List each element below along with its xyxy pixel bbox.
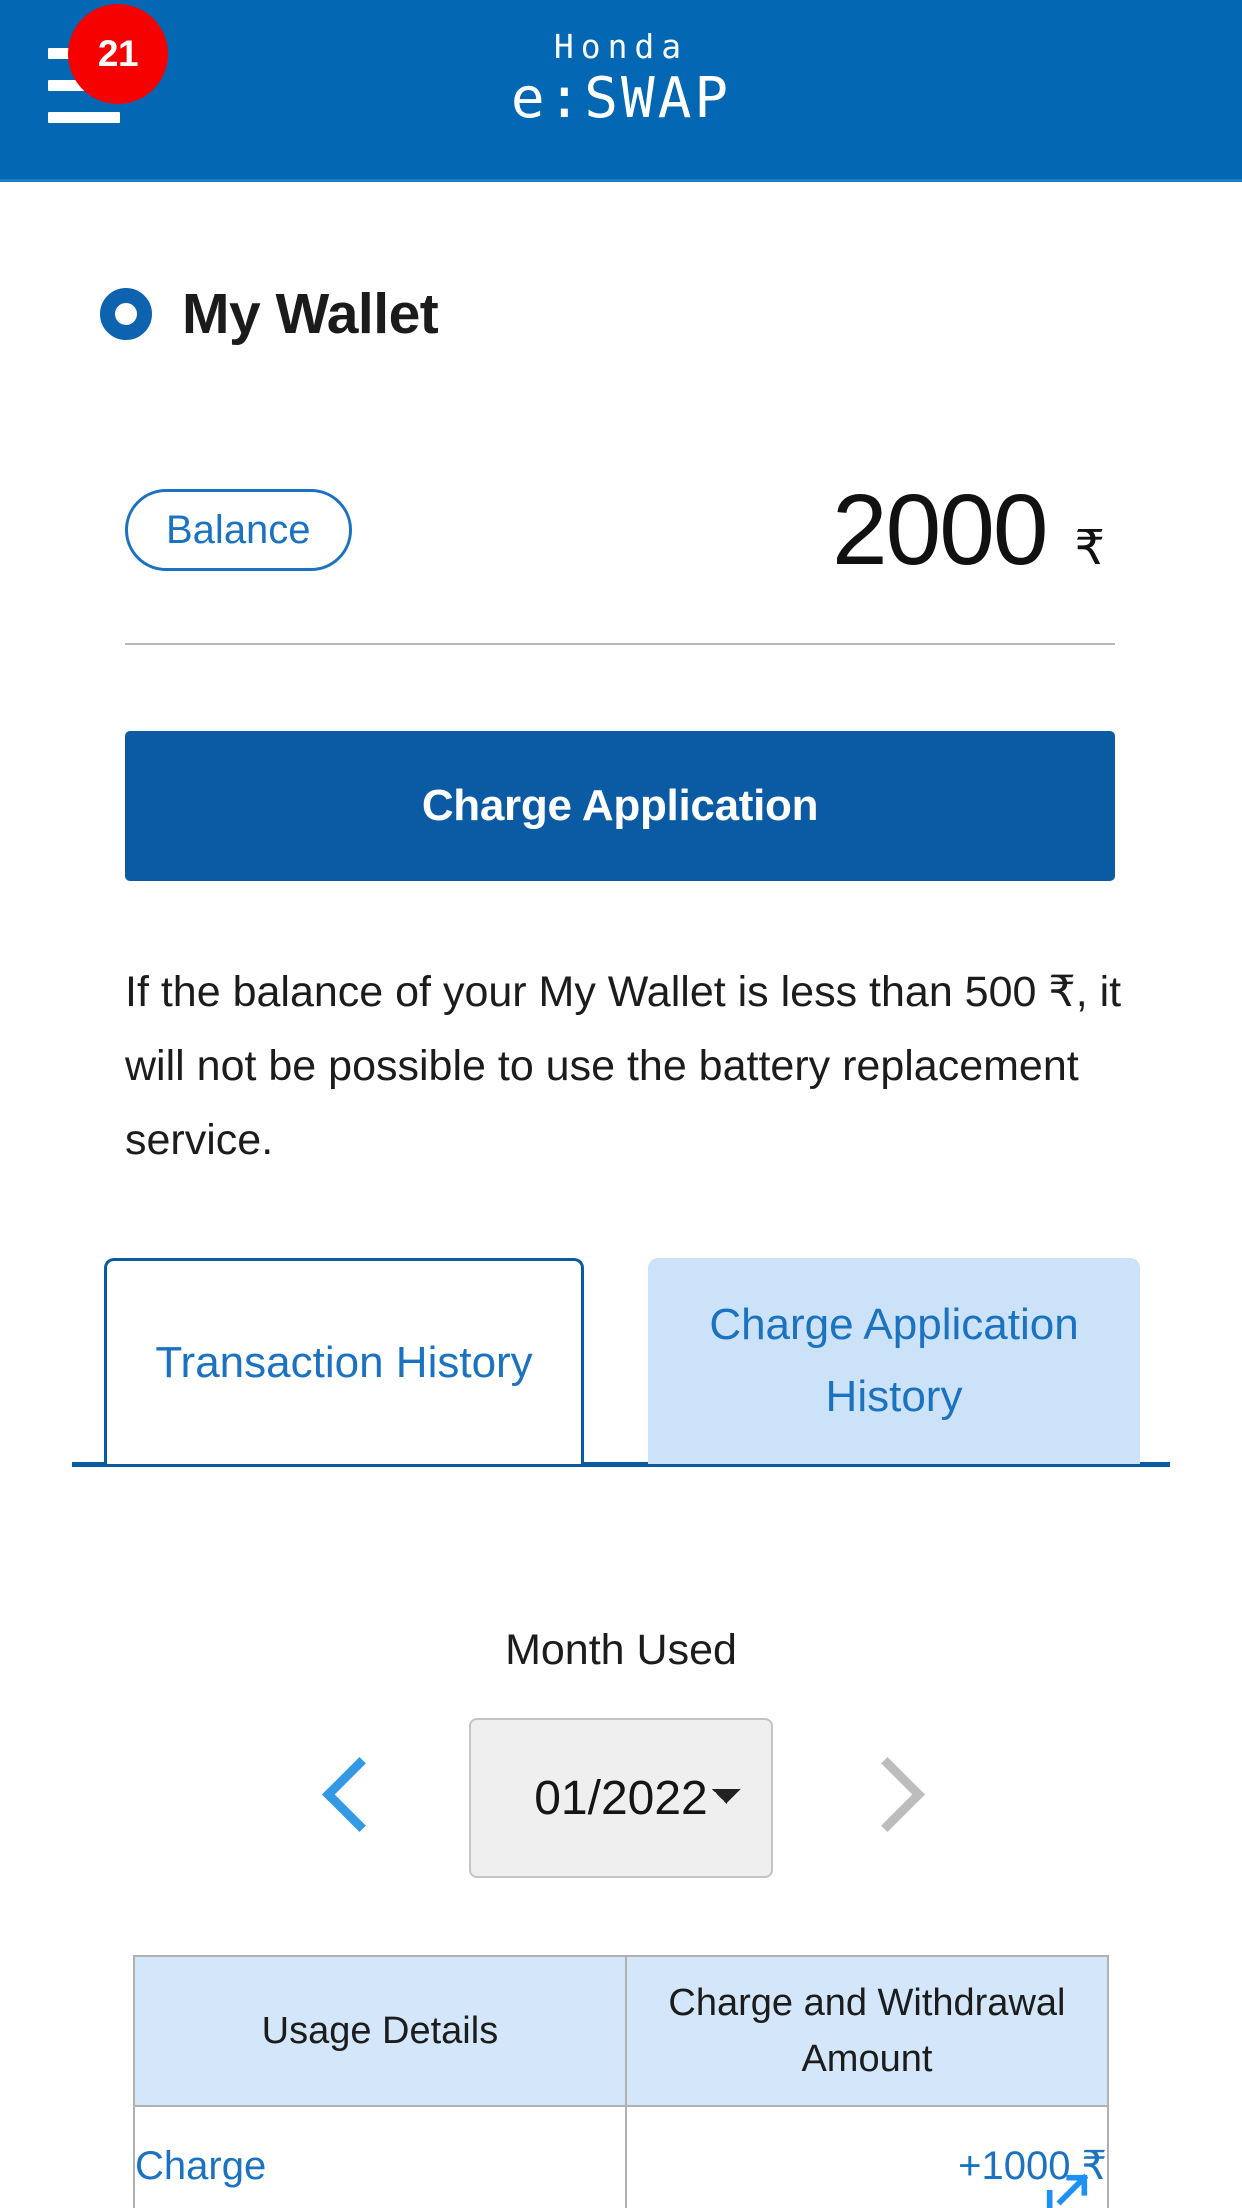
transaction-history-table: Usage Details Charge and Withdrawal Amou… — [133, 1955, 1110, 2208]
table-header-row: Usage Details Charge and Withdrawal Amou… — [133, 1955, 1110, 2107]
month-select[interactable]: 01/2022 — [469, 1718, 773, 1878]
currency-symbol: ₹ — [1074, 522, 1105, 575]
cell-usage-details[interactable]: Charge — [133, 2105, 627, 2208]
balance-badge: Balance — [125, 489, 352, 571]
month-used-label: Month Used — [505, 1626, 737, 1674]
month-navigator: 01/2022 — [0, 1718, 1242, 1878]
chevron-left-icon[interactable] — [323, 1750, 383, 1846]
chevron-right-icon[interactable] — [859, 1750, 919, 1846]
app-screen: 21 Honda e:SWAP My Wallet Balance 2000 ₹… — [0, 0, 1242, 2208]
brand-logo: Honda e:SWAP — [0, 26, 1242, 130]
table-row: Charge +1000 ₹ — [133, 2105, 1110, 2208]
balance-amount: 2000 — [831, 474, 1048, 586]
balance-value: 2000 ₹ — [832, 480, 1115, 580]
charge-application-button[interactable]: Charge Application — [125, 731, 1115, 881]
page-title: My Wallet — [100, 281, 439, 347]
column-header-usage-details: Usage Details — [133, 1955, 627, 2107]
app-header: 21 Honda e:SWAP — [0, 0, 1242, 182]
page-title-label: My Wallet — [182, 282, 439, 346]
balance-row: Balance 2000 ₹ — [125, 480, 1115, 580]
external-link-icon[interactable] — [1041, 2169, 1093, 2208]
column-header-amount: Charge and Withdrawal Amount — [624, 1955, 1110, 2107]
cell-amount-wrapper: +1000 ₹ — [624, 2105, 1110, 2208]
tab-charge-application-history[interactable]: Charge Application History — [648, 1258, 1140, 1464]
brand-name-honda: Honda — [553, 27, 689, 66]
tab-transaction-history[interactable]: Transaction History — [104, 1258, 584, 1464]
balance-notice-text: If the balance of your My Wallet is less… — [125, 968, 1122, 1164]
section-divider — [125, 643, 1115, 645]
history-tabs: Transaction History Charge Application H… — [0, 1258, 1242, 1468]
brand-name-eswap: e:SWAP — [510, 66, 732, 131]
ring-icon — [100, 288, 152, 340]
